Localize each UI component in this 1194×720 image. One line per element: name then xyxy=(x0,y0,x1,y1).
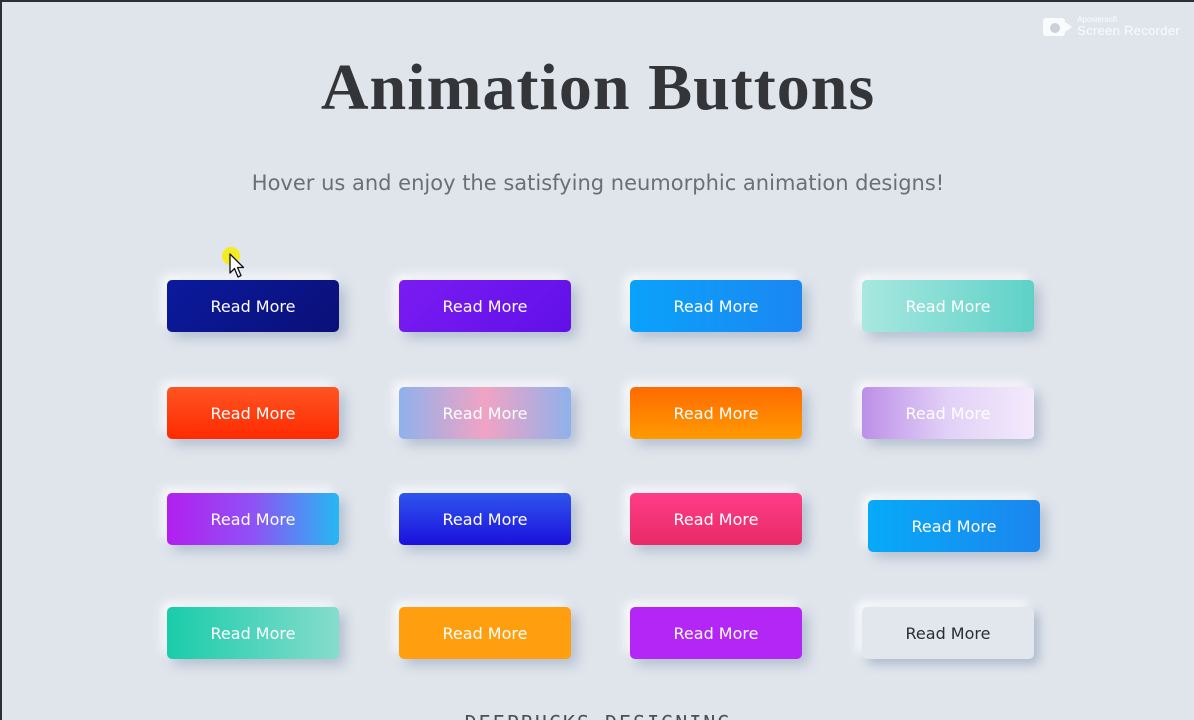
read-more-button-11[interactable]: Read More xyxy=(630,493,802,545)
read-more-button-13[interactable]: Read More xyxy=(167,607,339,659)
mouse-pointer-icon xyxy=(229,253,245,278)
read-more-button-6[interactable]: Read More xyxy=(399,387,571,439)
read-more-button-2[interactable]: Read More xyxy=(399,280,571,332)
recorder-watermark: Apowersoft Screen Recorder xyxy=(1043,16,1180,37)
read-more-button-14[interactable]: Read More xyxy=(399,607,571,659)
page-title: Animation Buttons xyxy=(320,51,876,124)
read-more-button-7[interactable]: Read More xyxy=(630,387,802,439)
read-more-button-10[interactable]: Read More xyxy=(399,493,571,545)
read-more-button-5[interactable]: Read More xyxy=(167,387,339,439)
camera-icon xyxy=(1043,17,1073,36)
read-more-button-12[interactable]: Read More xyxy=(868,500,1040,552)
read-more-button-8[interactable]: Read More xyxy=(862,387,1034,439)
read-more-button-1[interactable]: Read More xyxy=(167,280,339,332)
watermark-text: Apowersoft Screen Recorder xyxy=(1077,16,1180,38)
read-more-button-3[interactable]: Read More xyxy=(630,280,802,332)
read-more-button-16[interactable]: Read More xyxy=(862,607,1034,659)
watermark-product: Screen Recorder xyxy=(1077,23,1180,38)
read-more-button-4[interactable]: Read More xyxy=(862,280,1034,332)
browser-viewport: Apowersoft Screen Recorder Animation But… xyxy=(0,0,1194,720)
read-more-button-15[interactable]: Read More xyxy=(630,607,802,659)
footer-brand: DEEPBUCKS DESIGNING xyxy=(2,711,1194,720)
read-more-button-9[interactable]: Read More xyxy=(167,493,339,545)
page-subtitle: Hover us and enjoy the satisfying neumor… xyxy=(251,171,945,195)
